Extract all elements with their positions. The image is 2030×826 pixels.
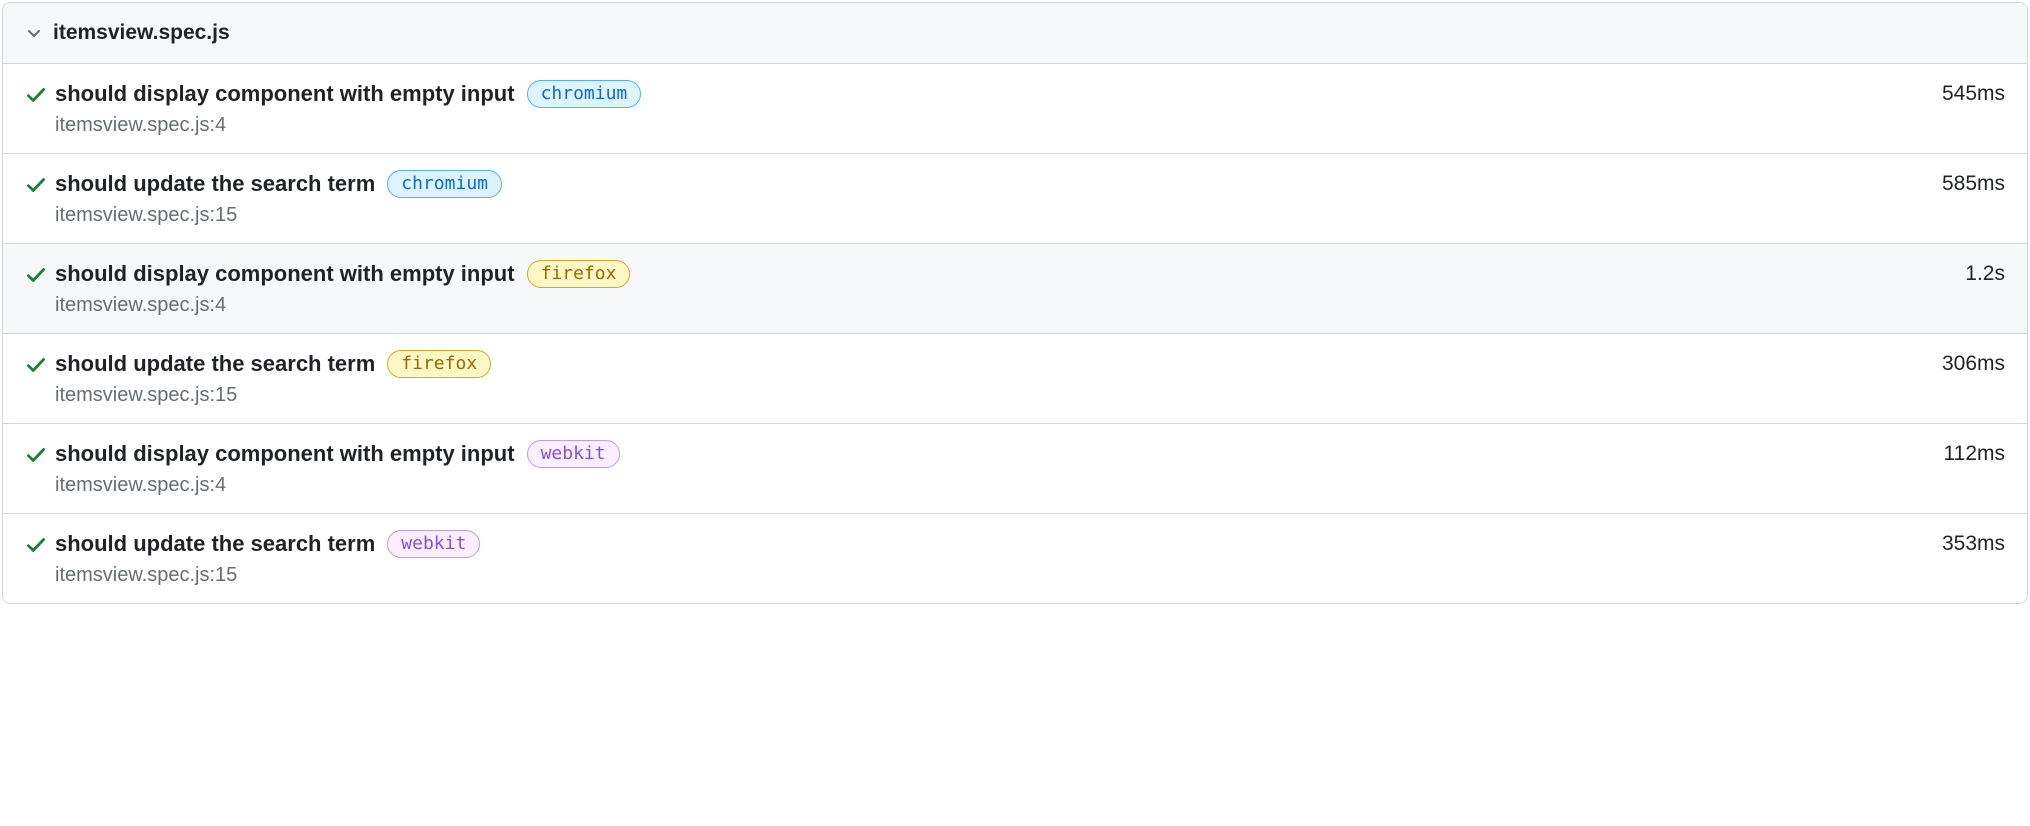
check-icon: [25, 350, 55, 376]
browser-pill-chromium: chromium: [387, 170, 502, 198]
test-location: itemsview.spec.js:4: [55, 114, 1926, 137]
test-location: itemsview.spec.js:4: [55, 294, 1949, 317]
test-duration: 545ms: [1926, 80, 2005, 106]
test-row[interactable]: should display component with empty inpu…: [3, 64, 2027, 154]
test-row[interactable]: should update the search term chromium ite…: [3, 154, 2027, 244]
test-row[interactable]: should display component with empty inpu…: [3, 244, 2027, 334]
test-main: should display component with empty inpu…: [55, 440, 1928, 497]
test-main: should update the search term webkit items…: [55, 530, 1926, 587]
test-duration: 585ms: [1926, 170, 2005, 196]
test-duration: 353ms: [1926, 530, 2005, 556]
test-title: should update the search term: [55, 531, 375, 557]
browser-pill-webkit: webkit: [527, 440, 620, 468]
browser-pill-webkit: webkit: [387, 530, 480, 558]
browser-pill-firefox: firefox: [527, 260, 631, 288]
test-file-header[interactable]: itemsview.spec.js: [3, 3, 2027, 64]
check-icon: [25, 80, 55, 106]
check-icon: [25, 170, 55, 196]
test-location: itemsview.spec.js:15: [55, 564, 1926, 587]
test-title: should update the search term: [55, 171, 375, 197]
test-main: should display component with empty inpu…: [55, 260, 1949, 317]
browser-pill-chromium: chromium: [527, 80, 642, 108]
test-duration: 306ms: [1926, 350, 2005, 376]
test-location: itemsview.spec.js:4: [55, 474, 1928, 497]
test-location: itemsview.spec.js:15: [55, 204, 1926, 227]
test-title: should display component with empty inpu…: [55, 261, 515, 287]
test-main: should display component with empty inpu…: [55, 80, 1926, 137]
test-main: should update the search term chromium ite…: [55, 170, 1926, 227]
test-duration: 112ms: [1928, 440, 2005, 466]
test-file-name: itemsview.spec.js: [53, 21, 230, 45]
test-file-panel: itemsview.spec.js should display compone…: [2, 2, 2028, 604]
check-icon: [25, 260, 55, 286]
chevron-down-icon: [25, 24, 43, 42]
test-location: itemsview.spec.js:15: [55, 384, 1926, 407]
test-title: should update the search term: [55, 351, 375, 377]
test-title: should display component with empty inpu…: [55, 81, 515, 107]
check-icon: [25, 440, 55, 466]
check-icon: [25, 530, 55, 556]
test-duration: 1.2s: [1949, 260, 2005, 286]
test-row[interactable]: should update the search term firefox item…: [3, 334, 2027, 424]
test-row[interactable]: should update the search term webkit items…: [3, 514, 2027, 603]
test-row[interactable]: should display component with empty inpu…: [3, 424, 2027, 514]
test-rows: should display component with empty inpu…: [3, 64, 2027, 603]
browser-pill-firefox: firefox: [387, 350, 491, 378]
test-main: should update the search term firefox item…: [55, 350, 1926, 407]
test-title: should display component with empty inpu…: [55, 441, 515, 467]
